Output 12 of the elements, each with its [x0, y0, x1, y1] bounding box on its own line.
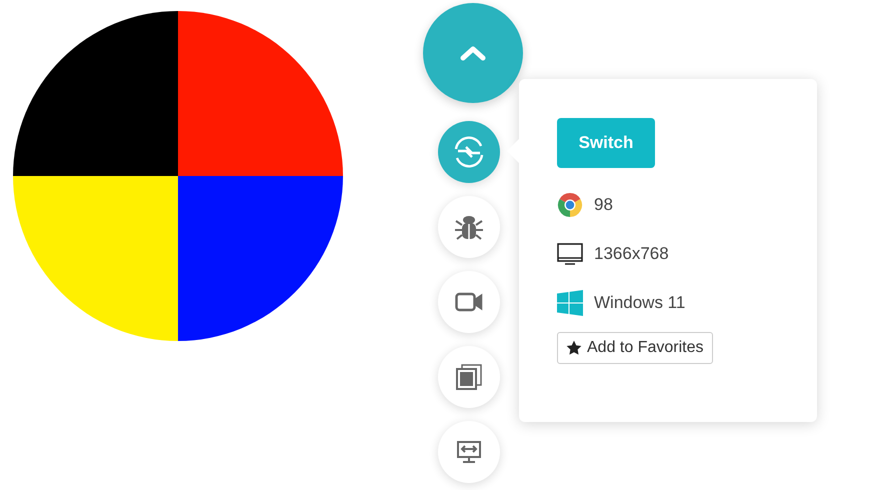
- star-icon: [566, 340, 582, 356]
- monitor-icon: [557, 243, 583, 265]
- chevron-up-icon: [460, 45, 486, 61]
- screen-resolution: 1366x768: [594, 244, 669, 264]
- monitor-arrows-icon: [456, 440, 482, 464]
- chrome-icon: [557, 192, 583, 218]
- image-stack-icon: [456, 364, 482, 390]
- browser-version: 98: [594, 195, 613, 215]
- windows-logo-icon: [557, 290, 583, 316]
- add-to-favorites-button[interactable]: Add to Favorites: [557, 332, 712, 364]
- operating-system: Windows 11: [594, 293, 686, 313]
- video-camera-icon: [455, 292, 483, 312]
